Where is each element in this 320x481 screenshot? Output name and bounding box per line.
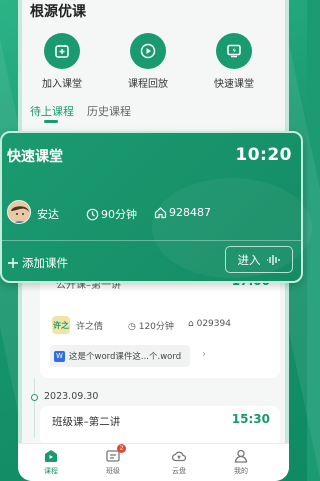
section-title: 根源优课 — [30, 4, 86, 20]
chevron-right-icon: › — [202, 349, 206, 360]
join-class-icon — [44, 33, 80, 69]
cloud-icon — [171, 448, 187, 464]
bottom-nav: 课程 2 班级 云盘 我的 — [18, 443, 289, 481]
timeline-dot — [31, 394, 38, 401]
nav-item-courses[interactable]: 课程 — [26, 448, 76, 476]
add-courseware-button[interactable]: 添加课件 — [7, 255, 68, 271]
popup-code-text: 928487 — [169, 206, 211, 219]
add-courseware-label: 添加课件 — [22, 256, 68, 270]
join-class-button[interactable]: 加入课堂 — [22, 33, 102, 90]
clock-icon — [86, 208, 99, 220]
playback-label: 课程回放 — [128, 79, 168, 90]
quick-class-button[interactable]: 快速课堂 — [194, 33, 274, 90]
profile-icon — [233, 448, 249, 464]
word-file-icon: W — [54, 350, 65, 362]
lesson-card[interactable]: 公开课–第一讲 17:00 许之 许之倩 ◷ 120分钟 ⌂ 029394 W … — [40, 268, 280, 378]
nav-label: 班级 — [106, 467, 120, 475]
nav-item-cloud[interactable]: 云盘 — [154, 448, 204, 476]
popup-code: 928487 — [154, 206, 211, 219]
plus-icon — [8, 258, 18, 268]
teacher-avatar: 许之 — [52, 316, 70, 334]
nav-label: 云盘 — [172, 467, 186, 475]
popup-duration: 90分钟 — [86, 206, 137, 222]
enter-label: 进入 — [237, 252, 261, 267]
nav-item-profile[interactable]: 我的 — [216, 448, 266, 476]
quick-class-icon — [216, 33, 252, 69]
nav-label: 我的 — [234, 467, 248, 475]
join-class-label: 加入课堂 — [42, 79, 82, 90]
popup-title: 快速课堂 — [7, 149, 63, 165]
nav-item-class[interactable]: 2 班级 — [88, 444, 138, 476]
lesson-title: 班级课–第二讲 — [52, 416, 121, 428]
lesson-duration: ◷ 120分钟 — [128, 319, 174, 332]
popup-duration-text: 90分钟 — [101, 208, 137, 221]
quick-class-label: 快速课堂 — [214, 79, 254, 90]
lesson-code-text: 029394 — [196, 319, 231, 329]
timeline-line — [34, 378, 35, 438]
popup-time: 10:20 — [235, 145, 292, 165]
date-label: 2023.09.30 — [44, 391, 99, 402]
quick-class-popup[interactable]: 快速课堂 10:20 安达 90分钟 928487 添加课件 进入 — [0, 131, 312, 283]
notification-badge: 2 — [117, 444, 126, 453]
attachment-item[interactable]: W 这是个word课件这...个.word › — [50, 345, 206, 367]
playback-icon — [130, 33, 166, 69]
clock-icon: ◷ — [128, 322, 136, 332]
sound-wave-icon — [266, 254, 280, 265]
lesson-teacher: 许之倩 — [76, 322, 104, 332]
attachment-name: 这是个word课件这...个.word — [69, 352, 182, 362]
lesson-card[interactable]: 班级课–第二讲 15:30 — [40, 406, 280, 446]
tab-history[interactable]: 历史课程 — [87, 103, 131, 119]
enter-button[interactable]: 进入 — [225, 246, 293, 273]
nav-label: 课程 — [44, 467, 58, 475]
popup-divider — [2, 240, 301, 241]
lesson-time: 15:30 — [231, 412, 270, 426]
lesson-duration-text: 120分钟 — [138, 322, 174, 332]
tab-upcoming[interactable]: 待上课程 — [30, 103, 74, 119]
courses-icon — [43, 448, 59, 464]
home-icon — [154, 207, 167, 219]
playback-button[interactable]: 课程回放 — [108, 33, 188, 90]
tab-active-indicator — [44, 120, 58, 123]
avatar — [7, 200, 31, 224]
popup-teacher: 安达 — [37, 208, 59, 221]
class-icon: 2 — [105, 444, 126, 464]
lesson-code: ⌂ 029394 — [188, 319, 231, 329]
home-icon: ⌂ — [188, 319, 194, 329]
